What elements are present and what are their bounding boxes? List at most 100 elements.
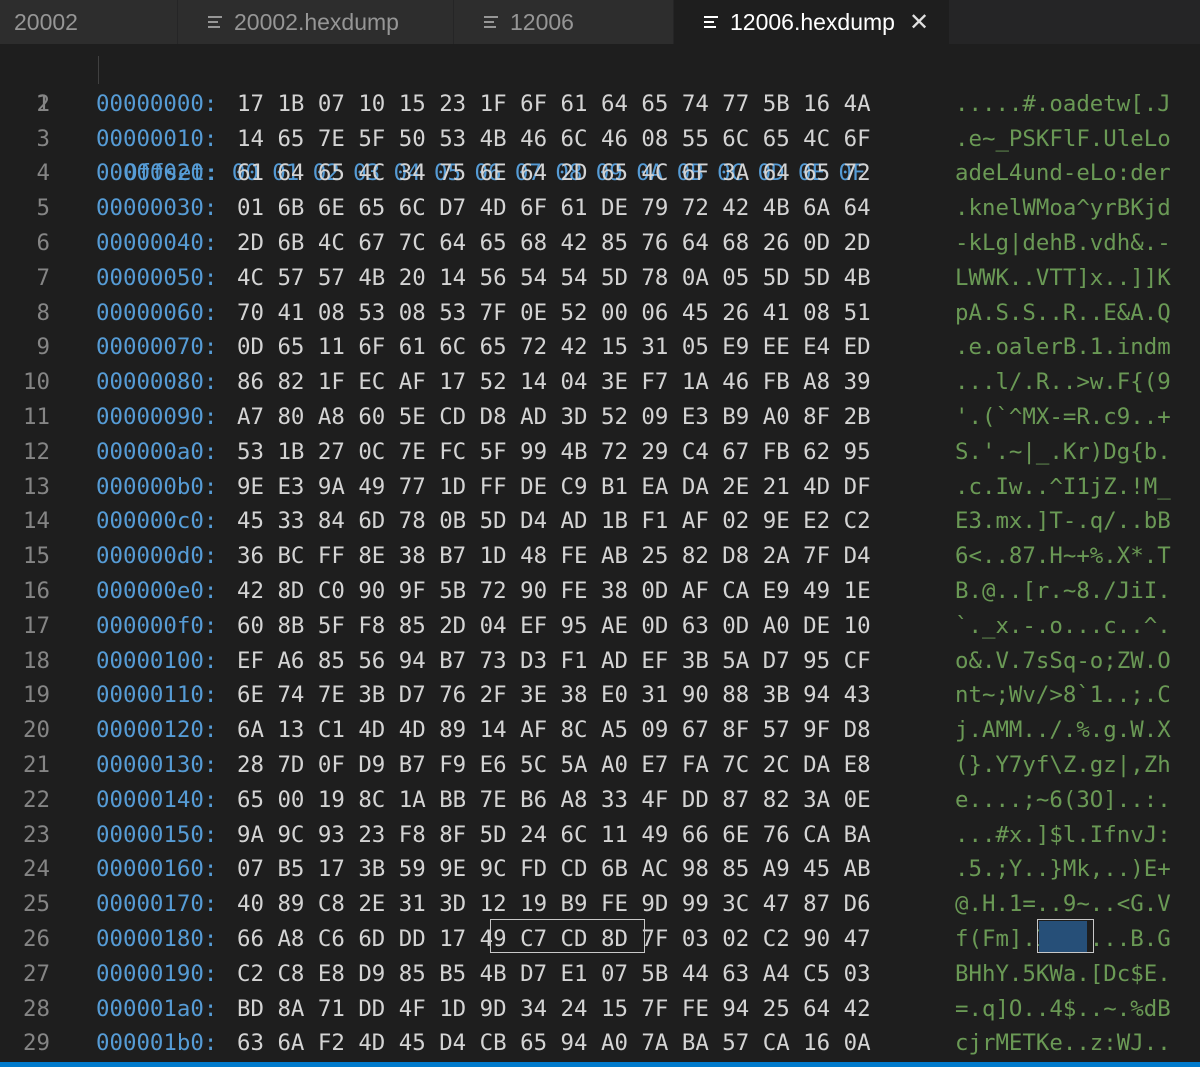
hex-bytes: 4C 57 57 4B 20 14 56 54 54 5D 78 0A 05 5… (237, 264, 871, 291)
hex-bytes: 65 00 19 8C 1A BB 7E B6 A8 33 4F DD 87 8… (237, 786, 871, 813)
line-number: 16 (23, 578, 50, 604)
offset-address: 00000130: (96, 752, 218, 778)
text-file-icon (484, 13, 498, 31)
offset-address: 00000120: (96, 717, 218, 744)
offset-address: 00000140: (96, 786, 218, 813)
hex-bytes: 17 1B 07 10 15 23 1F 6F 61 64 65 74 77 5… (237, 90, 871, 117)
line-number: 6 (36, 230, 50, 256)
hex-bytes: 45 33 84 6D 78 0B 5D D4 AD 1B F1 AF 02 9… (237, 508, 871, 535)
offset-address: 00000010: (96, 125, 218, 152)
offset-address: 00000070: (96, 334, 218, 361)
ascii-column: @.H.1=..9~..<G.V (955, 891, 1171, 918)
hex-row: 9 00000070: 0D 65 11 6F 61 6C 65 72 42 15 … (0, 330, 1200, 365)
hex-row: 4 00000020: 61 64 65 4C 34 75 6E 64 2D 65 … (0, 156, 1200, 191)
hex-bytes: 6A 13 C1 4D 4D 89 14 AF 8C A5 09 67 8F 5… (237, 717, 871, 744)
tab-label: 12006.hexdump (730, 8, 895, 35)
tab-label: 20002.hexdump (234, 8, 399, 35)
hex-row: 27 00000190: C2 C8 E8 D9 85 B5 4B D7 E1 07… (0, 957, 1200, 992)
ascii-column: 6<..87.H~+%.X*.T (955, 543, 1171, 570)
hex-bytes: 9A 9C 93 23 F8 8F 5D 24 6C 11 49 66 6E 7… (237, 821, 871, 848)
offset-address: 000000b0: (96, 473, 218, 500)
hex-bytes: 28 7D 0F D9 B7 F9 E6 5C 5A A0 E7 FA 7C 2… (237, 752, 871, 778)
ascii-column: .....#.oadetw[.J (955, 90, 1171, 117)
line-number: 19 (23, 682, 50, 709)
line-number: 25 (23, 891, 50, 918)
line-number: 26 (23, 926, 50, 952)
line-number: 14 (23, 508, 50, 535)
line-number: 5 (36, 195, 50, 222)
tab-20002[interactable]: 20002 (0, 0, 178, 44)
hex-row: 25 00000170: 40 89 C8 2E 31 3D 12 19 B9 FE… (0, 887, 1200, 922)
line-number: 12 (23, 438, 50, 465)
hex-row: 28 000001a0: BD 8A 71 DD 4F 1D 9D 34 24 15… (0, 992, 1200, 1027)
offset-address: 00000150: (96, 821, 218, 848)
offset-address: 00000030: (96, 195, 218, 222)
ascii-column: E3.mx.]T-.q/..bB (955, 508, 1171, 535)
offset-address: 00000100: (96, 647, 218, 674)
hex-bytes: 36 BC FF 8E 38 B7 1D 48 FE AB 25 82 D8 2… (237, 543, 871, 570)
line-number: 18 (23, 647, 50, 674)
hex-row: 11 00000090: A7 80 A8 60 5E CD D8 AD 3D 52… (0, 400, 1200, 435)
hex-bytes: 42 8D C0 90 9F 5B 72 90 FE 38 0D AF CA E… (237, 578, 871, 604)
hex-row: 13 000000b0: 9E E3 9A 49 77 1D FF DE C9 B1… (0, 470, 1200, 505)
offset-address: 00000040: (96, 230, 218, 256)
hex-bytes: 6E 74 7E 3B D7 76 2F 3E 38 E0 31 90 88 3… (237, 682, 871, 709)
hex-bytes: 53 1B 27 0C 7E FC 5F 99 4B 72 29 C4 67 F… (237, 438, 871, 465)
hex-bytes: 40 89 C8 2E 31 3D 12 19 B9 FE 9D 99 3C 4… (237, 891, 871, 918)
line-number: 17 (23, 612, 50, 639)
offset-address: 00000060: (96, 299, 218, 326)
line-number: 10 (23, 369, 50, 396)
hexdump-editor[interactable]: 1 Offset: 00 01 02 03 04 05 06 07 08 09 … (0, 52, 1200, 1059)
hex-row: 8 00000060: 70 41 08 53 08 53 7F 0E 52 00 … (0, 296, 1200, 331)
line-number: 2 (36, 90, 50, 117)
offset-address: 000000d0: (96, 543, 218, 570)
text-file-icon (208, 13, 222, 31)
hex-row: 2 00000000: 17 1B 07 10 15 23 1F 6F 61 64 … (0, 87, 1200, 122)
hex-row: 15 000000d0: 36 BC FF 8E 38 B7 1D 48 FE AB… (0, 539, 1200, 574)
ascii-column: LWWK..VTT]x..]]K (955, 264, 1171, 291)
ascii-column: .e.oalerB.1.indm (955, 334, 1171, 361)
line-number: 22 (23, 786, 50, 813)
hex-row: 16 000000e0: 42 8D C0 90 9F 5B 72 90 FE 38… (0, 574, 1200, 609)
hex-bytes: 01 6B 6E 65 6C D7 4D 6F 61 DE 79 72 42 4… (237, 195, 871, 222)
offset-address: 00000090: (96, 404, 218, 430)
status-bar (0, 1062, 1200, 1067)
indent-guide (98, 56, 99, 84)
tab-20002-hexdump[interactable]: 20002.hexdump (178, 0, 454, 44)
offset-address: 00000110: (96, 682, 218, 709)
ascii-column: S.'.~|_.Kr)Dg{b. (955, 438, 1171, 465)
tab-12006-hexdump[interactable]: 12006.hexdump ✕ (674, 0, 950, 44)
offset-address: 00000050: (96, 264, 218, 291)
line-number: 8 (36, 299, 50, 326)
offset-address: 00000180: (96, 926, 218, 952)
hex-bytes: 0D 65 11 6F 61 6C 65 72 42 15 31 05 E9 E… (237, 334, 871, 361)
line-number: 21 (23, 752, 50, 778)
line-number: 9 (36, 334, 50, 361)
offset-address: 00000080: (96, 369, 218, 396)
close-icon[interactable]: ✕ (909, 8, 929, 37)
hex-bytes: 9E E3 9A 49 77 1D FF DE C9 B1 EA DA 2E 2… (237, 473, 871, 500)
hex-bytes: 60 8B 5F F8 85 2D 04 EF 95 AE 0D 63 0D A… (237, 612, 871, 639)
hex-row: 5 00000030: 01 6B 6E 65 6C D7 4D 6F 61 DE … (0, 191, 1200, 226)
offset-address: 000001a0: (96, 995, 218, 1022)
hex-bytes: BD 8A 71 DD 4F 1D 9D 34 24 15 7F FE 94 2… (237, 995, 871, 1022)
tab-label: 12006 (510, 8, 574, 35)
hex-row: 23 00000150: 9A 9C 93 23 F8 8F 5D 24 6C 11… (0, 818, 1200, 853)
line-number: 7 (36, 264, 50, 291)
offset-address: 000000f0: (96, 612, 218, 639)
ascii-column: e....;~6(3O]..:. (955, 786, 1171, 813)
ascii-column: .e~_PSKFlF.UleLo (955, 125, 1171, 152)
offset-address: 000000a0: (96, 438, 218, 465)
tab-bar: 20002 20002.hexdump 12006 12006.hexdump … (0, 0, 1200, 44)
ascii-column: -kLg|dehB.vdh&.- (955, 230, 1171, 256)
line-number: 28 (23, 995, 50, 1022)
offset-address: 00000190: (96, 960, 218, 987)
text-file-icon (704, 13, 718, 31)
hex-row: 10 00000080: 86 82 1F EC AF 17 52 14 04 3E… (0, 365, 1200, 400)
tab-label: 20002 (14, 8, 78, 35)
hex-bytes: 86 82 1F EC AF 17 52 14 04 3E F7 1A 46 F… (237, 369, 871, 396)
tab-12006[interactable]: 12006 (454, 0, 674, 44)
ascii-column: .5.;Y..}Mk,..)E+ (955, 856, 1171, 883)
hex-row: 20 00000120: 6A 13 C1 4D 4D 89 14 AF 8C A5… (0, 713, 1200, 748)
ascii-column: ...#x.]$l.IfnvJ: (955, 821, 1171, 848)
